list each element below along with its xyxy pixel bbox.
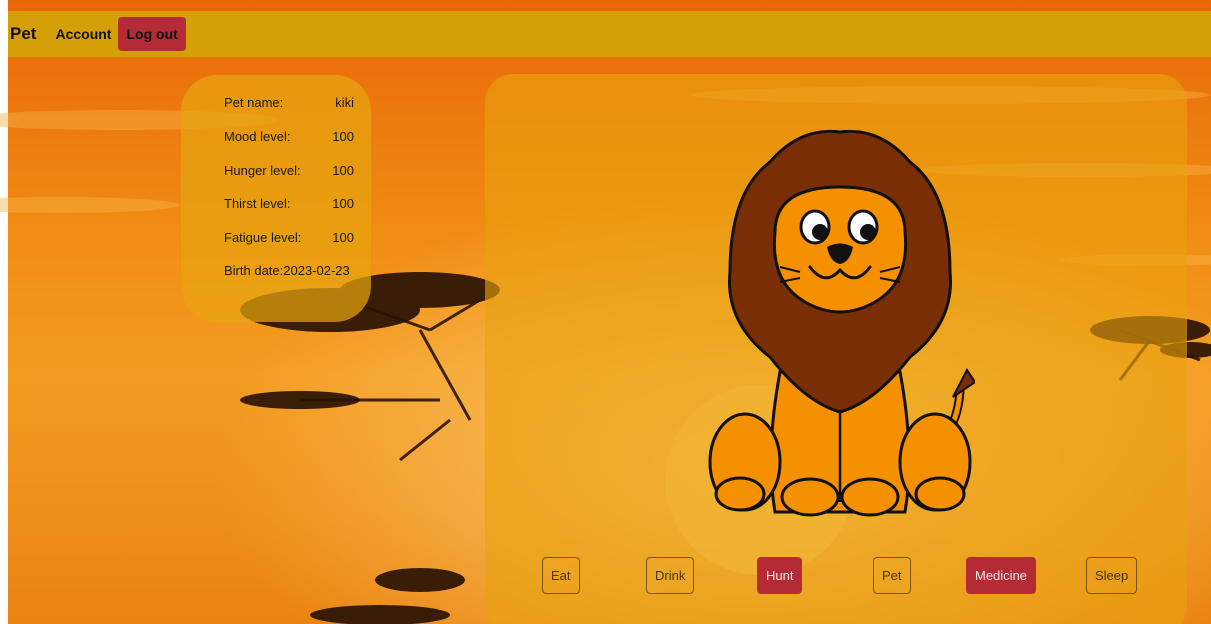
pet-page: Pet Account Log out Pet name: kiki Mood … bbox=[0, 0, 1211, 624]
stat-value-hunger: 100 bbox=[332, 163, 354, 178]
stat-row-name: Pet name: kiki bbox=[224, 95, 354, 110]
navbar: Pet Account Log out bbox=[8, 11, 1211, 57]
stat-value-name: kiki bbox=[335, 95, 354, 110]
stat-row-birth: Birth date: 2023-02-23 bbox=[224, 263, 354, 278]
medicine-button[interactable]: Medicine bbox=[966, 557, 1037, 594]
pet-stats-card: Pet name: kiki Mood level: 100 Hunger le… bbox=[181, 75, 371, 322]
hunt-button[interactable]: Hunt bbox=[757, 557, 803, 594]
brand-link[interactable]: Pet bbox=[10, 24, 36, 44]
pet-button[interactable]: Pet bbox=[873, 557, 911, 594]
stat-value-birth: 2023-02-23 bbox=[283, 263, 350, 278]
pet-display-panel: Eat Drink Hunt Pet Medicine Sleep bbox=[485, 74, 1187, 624]
stat-label-birth: Birth date: bbox=[224, 263, 284, 278]
stat-value-mood: 100 bbox=[332, 129, 354, 144]
account-link[interactable]: Account bbox=[55, 26, 111, 42]
stat-label-mood: Mood level: bbox=[224, 129, 291, 144]
logout-button[interactable]: Log out bbox=[118, 17, 186, 51]
stat-label-name: Pet name: bbox=[224, 95, 284, 110]
stat-label-fatigue: Fatigue level: bbox=[224, 230, 302, 245]
stat-row-fatigue: Fatigue level: 100 bbox=[224, 230, 354, 245]
stat-label-hunger: Hunger level: bbox=[224, 163, 301, 178]
stat-row-thirst: Thirst level: 100 bbox=[224, 196, 354, 211]
sleep-button[interactable]: Sleep bbox=[1086, 557, 1138, 594]
drink-button[interactable]: Drink bbox=[646, 557, 695, 594]
stat-value-fatigue: 100 bbox=[332, 230, 354, 245]
stat-row-mood: Mood level: 100 bbox=[224, 129, 354, 144]
stat-label-thirst: Thirst level: bbox=[224, 196, 291, 211]
lion-pet-icon bbox=[708, 129, 975, 517]
stat-value-thirst: 100 bbox=[332, 196, 354, 211]
stat-row-hunger: Hunger level: 100 bbox=[224, 163, 354, 178]
eat-button[interactable]: Eat bbox=[542, 557, 580, 594]
